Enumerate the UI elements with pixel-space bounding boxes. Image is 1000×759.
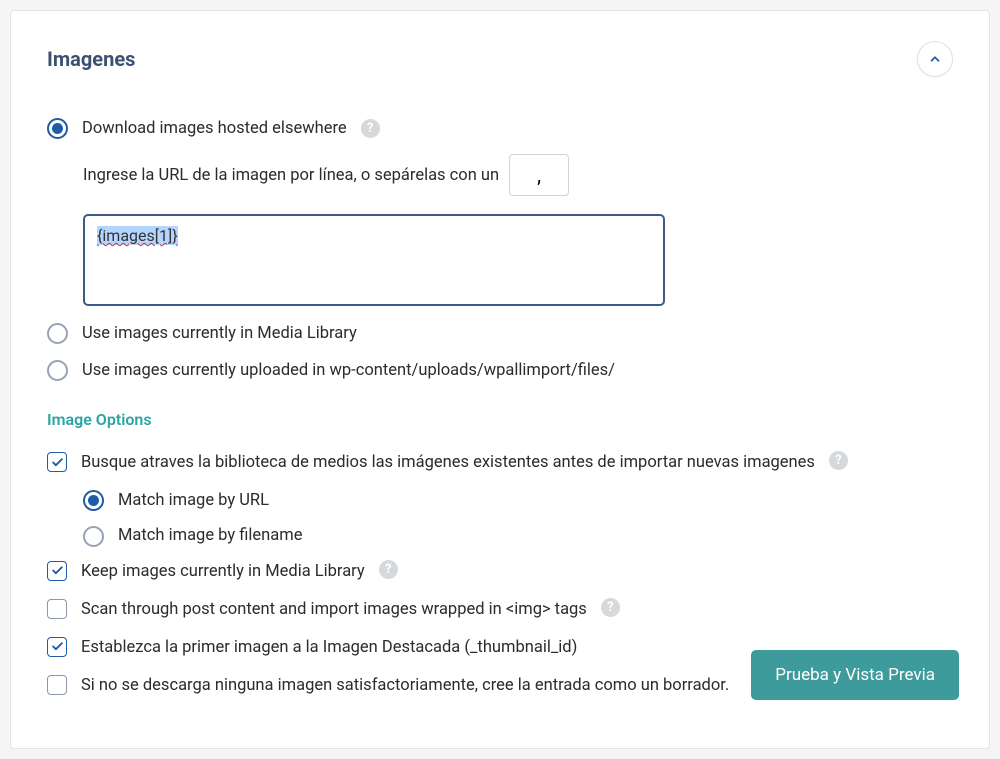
checkbox-label: Busque atraves la biblioteca de medios l… — [81, 451, 815, 474]
radio-label: Download images hosted elsewhere — [82, 117, 347, 140]
images-panel: Imagenes Download images hosted elsewher… — [10, 10, 990, 749]
checkbox — [47, 675, 67, 695]
url-instruction-row: Ingrese la URL de la imagen por línea, o… — [83, 154, 953, 196]
radio-label: Match image by URL — [118, 489, 269, 512]
checkbox-label: Si no se descarga ninguna imagen satisfa… — [81, 674, 729, 697]
radio-dot — [52, 123, 63, 134]
radio-match-url[interactable]: Match image by URL — [83, 489, 953, 512]
checkbox-keep-images[interactable]: Keep images currently in Media Library ? — [47, 560, 953, 583]
radio-match-filename[interactable]: Match image by filename — [83, 524, 953, 547]
checkbox-search-existing[interactable]: Busque atraves la biblioteca de medios l… — [47, 451, 953, 474]
radio-button — [47, 360, 68, 381]
image-url-textarea[interactable]: {images[1]} — [83, 214, 665, 306]
checkbox-label: Keep images currently in Media Library — [81, 560, 365, 583]
chevron-up-icon — [928, 52, 942, 66]
checkbox-label: Scan through post content and import ima… — [81, 598, 587, 621]
preview-button[interactable]: Prueba y Vista Previa — [751, 650, 959, 700]
panel-header: Imagenes — [47, 41, 953, 77]
checkbox — [47, 561, 67, 581]
check-icon — [51, 640, 64, 653]
checkbox-label: Establezca la primer imagen a la Imagen … — [81, 636, 577, 659]
textarea-selection: {images[1]} — [97, 226, 178, 245]
url-instruction-text: Ingrese la URL de la imagen por línea, o… — [83, 166, 499, 185]
radio-label: Match image by filename — [118, 524, 302, 547]
radio-button — [47, 323, 68, 344]
checkbox-scan-content[interactable]: Scan through post content and import ima… — [47, 598, 953, 621]
help-icon[interactable]: ? — [379, 560, 398, 579]
download-sub-block: Ingrese la URL de la imagen por línea, o… — [83, 154, 953, 306]
separator-input[interactable] — [509, 154, 569, 196]
radio-button — [47, 118, 68, 139]
radio-dot — [88, 495, 99, 506]
collapse-button[interactable] — [917, 41, 953, 77]
radio-button — [83, 526, 104, 547]
help-icon[interactable]: ? — [361, 119, 380, 138]
check-icon — [51, 564, 64, 577]
radio-uploaded-files[interactable]: Use images currently uploaded in wp-cont… — [47, 359, 953, 382]
checkbox — [47, 637, 67, 657]
check-icon — [51, 456, 64, 469]
checkbox — [47, 599, 67, 619]
radio-download-elsewhere[interactable]: Download images hosted elsewhere ? — [47, 117, 953, 140]
radio-button — [83, 490, 104, 511]
radio-label: Use images currently uploaded in wp-cont… — [82, 359, 615, 382]
help-icon[interactable]: ? — [829, 451, 848, 470]
radio-label: Use images currently in Media Library — [82, 322, 357, 345]
match-sub-block: Match image by URL Match image by filena… — [83, 489, 953, 547]
panel-title: Imagenes — [47, 47, 135, 71]
checkbox — [47, 452, 67, 472]
image-options-title: Image Options — [47, 410, 953, 429]
radio-media-library[interactable]: Use images currently in Media Library — [47, 322, 953, 345]
help-icon[interactable]: ? — [601, 598, 620, 617]
